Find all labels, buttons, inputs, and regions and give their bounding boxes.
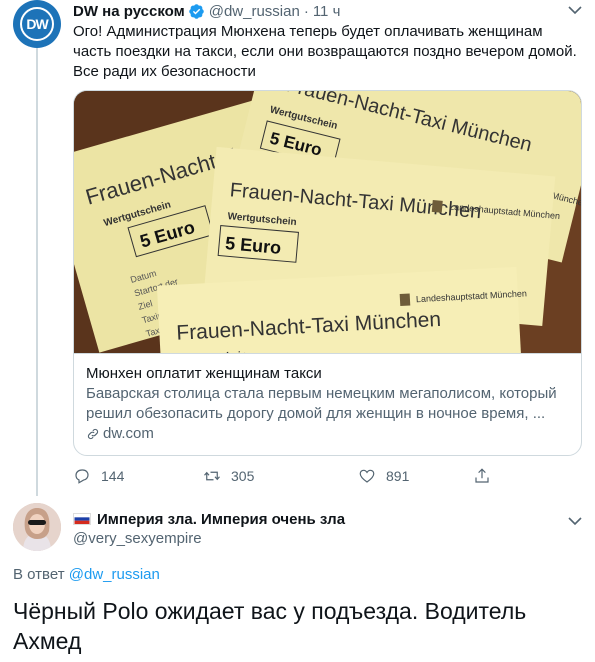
reply-tweet-text: Чёрный Polo ожидает вас у подъезда. Води… [13, 598, 527, 654]
avatar[interactable]: DW [13, 0, 61, 48]
share-button[interactable] [473, 467, 501, 485]
in-reply-to: В ответ @dw_russian [13, 566, 160, 583]
card-domain-text: dw.com [103, 425, 154, 442]
reply-header: Империя зла. Империя очень зла [73, 509, 345, 529]
verified-icon [188, 3, 204, 19]
separator-dot: · [303, 2, 309, 20]
thread-line [36, 48, 38, 496]
caret-down-icon[interactable] [567, 515, 583, 527]
card-image[interactable]: Frauen-Nacht-Taxi München Wertgutschein … [74, 91, 581, 353]
in-reply-mention[interactable]: @dw_russian [69, 566, 160, 583]
card-info[interactable]: Мюнхен оплатит женщинам такси Баварская … [74, 353, 581, 455]
dw-logo-text: DW [20, 7, 54, 41]
reply-icon [75, 469, 89, 484]
tweet-time[interactable]: 11 ч [313, 3, 341, 20]
tweet-text: Ого! Администрация Мюнхена теперь будет … [73, 23, 577, 80]
link-card[interactable]: Frauen-Nacht-Taxi München Wertgutschein … [73, 90, 582, 456]
russian-flag-icon [73, 513, 91, 525]
card-domain: dw.com [86, 424, 571, 444]
retweet-icon [204, 471, 220, 481]
like-icon [359, 469, 375, 483]
retweet-count: 305 [231, 468, 255, 484]
card-description: Баварская столица стала первым немецким … [86, 385, 557, 422]
share-icon [475, 468, 489, 483]
avatar[interactable] [13, 503, 61, 551]
reply-author-handle[interactable]: @very_sexyempire [73, 530, 202, 547]
tweet-actions: 144 305 891 [73, 464, 493, 488]
reply-author-name[interactable]: Империя зла. Империя очень зла [97, 511, 345, 528]
reply-count: 144 [101, 468, 125, 484]
tweet-header: DW на русском @dw_russian · 11 ч [73, 0, 583, 22]
like-count: 891 [386, 468, 410, 484]
author-handle[interactable]: @dw_russian [209, 3, 300, 20]
caret-down-icon[interactable] [567, 4, 583, 16]
author-name[interactable]: DW на русском [73, 3, 185, 20]
reply-button[interactable]: 144 [73, 467, 124, 485]
parent-tweet[interactable]: DW DW на русском @dw_russian · 11 ч Ого!… [0, 0, 595, 496]
card-title: Мюнхен оплатит женщинам такси [86, 365, 322, 382]
link-icon [87, 428, 99, 440]
retweet-button[interactable]: 305 [203, 467, 254, 485]
in-reply-prefix: В ответ [13, 566, 65, 583]
like-button[interactable]: 891 [358, 467, 409, 485]
